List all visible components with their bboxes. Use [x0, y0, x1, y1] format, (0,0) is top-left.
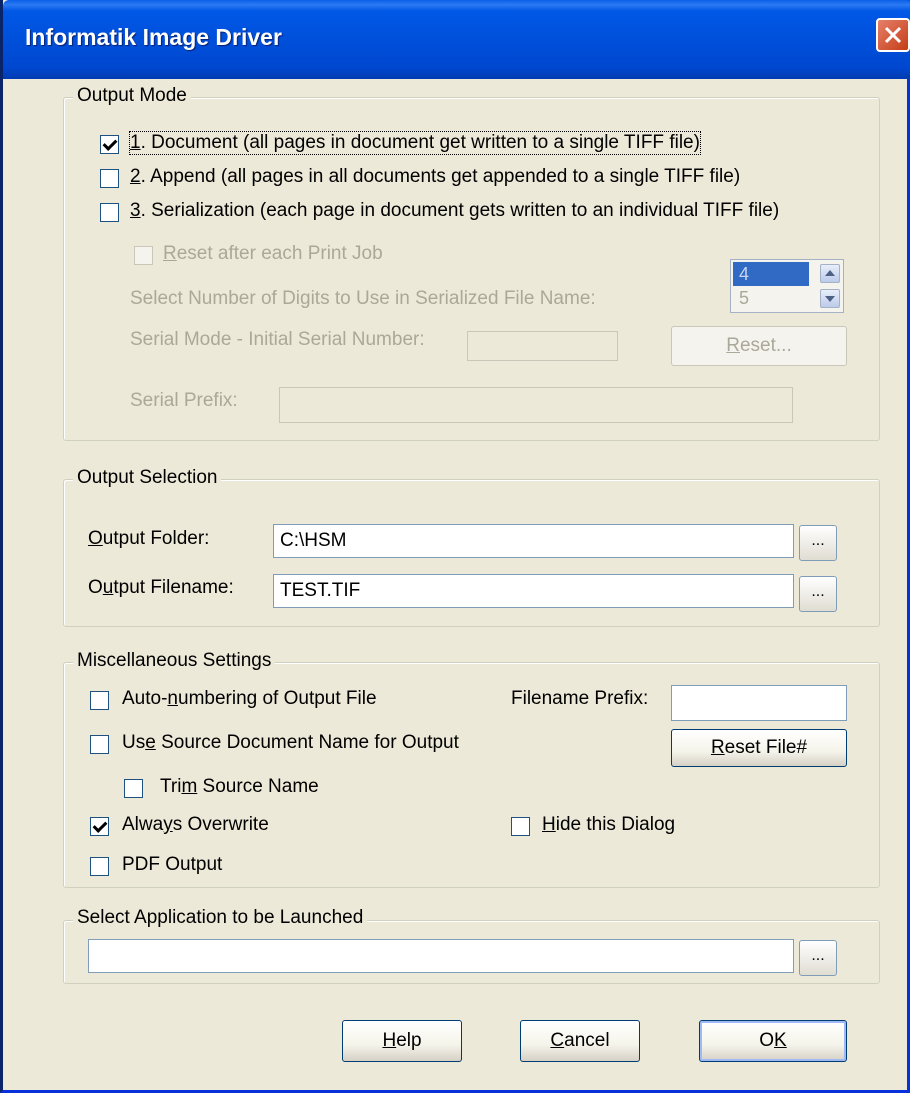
mode-append-label[interactable]: 2. Append (all pages in all documents ge… [130, 166, 740, 188]
misc-settings-label: Miscellaneous Settings [73, 650, 276, 672]
serial-reset-button[interactable]: Reset... [671, 326, 847, 366]
serial-prefix-input[interactable] [279, 387, 793, 423]
reset-after-job-checkbox[interactable] [134, 246, 153, 265]
always-overwrite-checkbox[interactable] [90, 817, 109, 836]
output-filename-browse-button[interactable]: ... [799, 576, 837, 612]
digits-label: Select Number of Digits to Use in Serial… [130, 288, 596, 309]
pdf-output-checkbox[interactable] [90, 857, 109, 876]
mode-append-checkbox[interactable] [100, 169, 119, 188]
help-button[interactable]: Help [342, 1020, 462, 1062]
digits-spin-down[interactable] [820, 289, 840, 308]
close-icon [884, 26, 902, 44]
arrow-down-icon [825, 296, 835, 302]
auto-numbering-checkbox[interactable] [90, 691, 109, 710]
hide-dialog-label[interactable]: Hide this Dialog [542, 814, 675, 836]
output-mode-label: Output Mode [73, 85, 191, 107]
ok-button[interactable]: OK [699, 1020, 847, 1062]
window-title: Informatik Image Driver [25, 24, 282, 50]
hide-dialog-checkbox[interactable] [511, 817, 530, 836]
initial-serial-label: Serial Mode - Initial Serial Number: [130, 329, 425, 350]
auto-numbering-label[interactable]: Auto-numbering of Output File [122, 688, 377, 710]
digits-listbox[interactable]: 4 5 [730, 259, 844, 313]
output-folder-input[interactable]: C:\HSM [273, 524, 794, 558]
filename-prefix-label: Filename Prefix: [511, 688, 649, 709]
cancel-button[interactable]: Cancel [520, 1020, 640, 1062]
launch-app-input[interactable] [88, 939, 794, 973]
use-source-name-checkbox[interactable] [90, 735, 109, 754]
trim-source-name-checkbox[interactable] [124, 779, 143, 798]
output-filename-label: Output Filename: [88, 577, 234, 598]
title-bar[interactable]: Informatik Image Driver [3, 0, 910, 79]
digit-option-5[interactable]: 5 [733, 286, 809, 310]
digits-spin-up[interactable] [820, 264, 840, 283]
pdf-output-label[interactable]: PDF Output [122, 854, 222, 876]
output-filename-input[interactable]: TEST.TIF [273, 574, 794, 608]
mode-serialization-label[interactable]: 3. Serialization (each page in document … [130, 200, 779, 222]
serial-prefix-label: Serial Prefix: [130, 390, 238, 411]
trim-source-name-label[interactable]: Trim Source Name [160, 776, 319, 798]
mode-serialization-checkbox[interactable] [100, 203, 119, 222]
reset-file-number-button[interactable]: Reset File# [671, 729, 847, 767]
mode-document-label[interactable]: 1. Document (all pages in document get w… [129, 131, 701, 155]
digit-option-4[interactable]: 4 [733, 262, 809, 286]
launch-app-label: Select Application to be Launched [73, 907, 368, 929]
reset-after-job-label: Reset after each Print Job [163, 243, 383, 264]
output-selection-label: Output Selection [73, 467, 222, 489]
always-overwrite-label[interactable]: Always Overwrite [122, 814, 269, 836]
launch-app-browse-button[interactable]: ... [799, 940, 837, 976]
output-folder-label: Output Folder: [88, 528, 210, 549]
arrow-up-icon [825, 270, 835, 276]
use-source-name-label[interactable]: Use Source Document Name for Output [122, 732, 459, 754]
close-button[interactable] [876, 18, 910, 52]
filename-prefix-input[interactable] [671, 685, 847, 721]
initial-serial-input[interactable] [467, 331, 618, 361]
mode-document-checkbox[interactable] [100, 135, 119, 154]
output-folder-browse-button[interactable]: ... [799, 525, 837, 561]
dialog-window: Informatik Image Driver Output Mode 1. D… [0, 0, 910, 1093]
